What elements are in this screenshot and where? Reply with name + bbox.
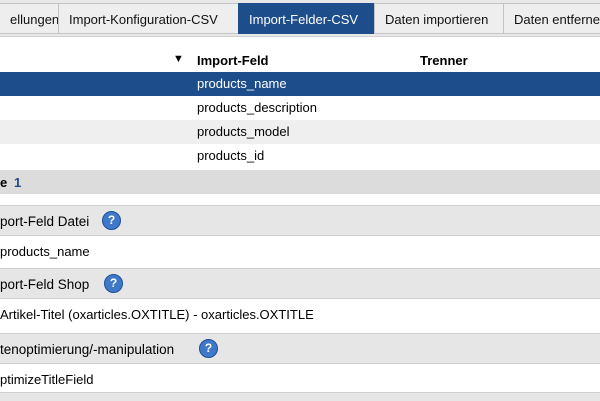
list-row[interactable]: products_id [0, 144, 600, 168]
row-field-value: products_id [197, 148, 265, 163]
section-header-import-field-file: port-Feld Datei ? [0, 205, 600, 236]
list-header: ▼ Import-Feld Trenner [0, 50, 600, 72]
pager-page-link[interactable]: 1 [14, 175, 21, 190]
column-import-field[interactable]: Import-Feld [197, 53, 269, 68]
row-field-value: products_name [197, 76, 287, 91]
list-row[interactable]: products_description [0, 96, 600, 120]
tab-label: Daten entferne [514, 12, 600, 27]
help-icon[interactable]: ? [102, 211, 121, 230]
column-separator[interactable]: Trenner [420, 53, 468, 68]
tab-import-konfiguration[interactable]: Import-Konfiguration-CSV [58, 3, 239, 34]
tab-label: Import-Konfiguration-CSV [69, 12, 218, 27]
tab-bar: ellungen Import-Konfiguration-CSV Import… [0, 0, 600, 37]
tab-daten-importieren[interactable]: Daten importieren [374, 3, 504, 34]
section-title: port-Feld Datei [0, 214, 90, 229]
section-value-import-field-shop: Artikel-Titel (oxarticles.OXTITLE) - oxa… [0, 299, 600, 329]
section-value: products_name [0, 244, 90, 259]
tab-daten-entfernen[interactable]: Daten entferne [503, 3, 600, 34]
help-icon[interactable]: ? [199, 339, 218, 358]
sort-triangle-down-icon[interactable]: ▼ [173, 53, 184, 65]
row-field-value: products_model [197, 124, 290, 139]
section-header-import-field-shop: port-Feld Shop ? [0, 268, 600, 299]
tab-import-felder[interactable]: Import-Felder-CSV [238, 3, 375, 34]
list-row[interactable]: products_model [0, 120, 600, 144]
pager-label: e [0, 175, 8, 190]
section-value-import-field-file: products_name [0, 236, 600, 266]
tab-label: Import-Felder-CSV [249, 12, 359, 27]
pager-bar: e 1 [0, 170, 600, 194]
tab-einstellungen[interactable]: ellungen [0, 3, 59, 34]
section-header-data-optimization: tenoptimierung/-manipulation ? [0, 333, 600, 364]
help-icon[interactable]: ? [104, 274, 123, 293]
section-title: tenoptimierung/-manipulation [0, 342, 175, 357]
row-field-value: products_description [197, 100, 317, 115]
section-value: Artikel-Titel (oxarticles.OXTITLE) - oxa… [0, 307, 314, 322]
tab-label: Daten importieren [385, 12, 489, 27]
tab-label: ellungen [10, 12, 59, 27]
section-value-data-optimization: ptimizeTitleField [0, 364, 600, 394]
section-value: ptimizeTitleField [0, 372, 94, 387]
list-row-selected[interactable]: products_name [0, 72, 600, 96]
section-title: port-Feld Shop [0, 277, 90, 292]
